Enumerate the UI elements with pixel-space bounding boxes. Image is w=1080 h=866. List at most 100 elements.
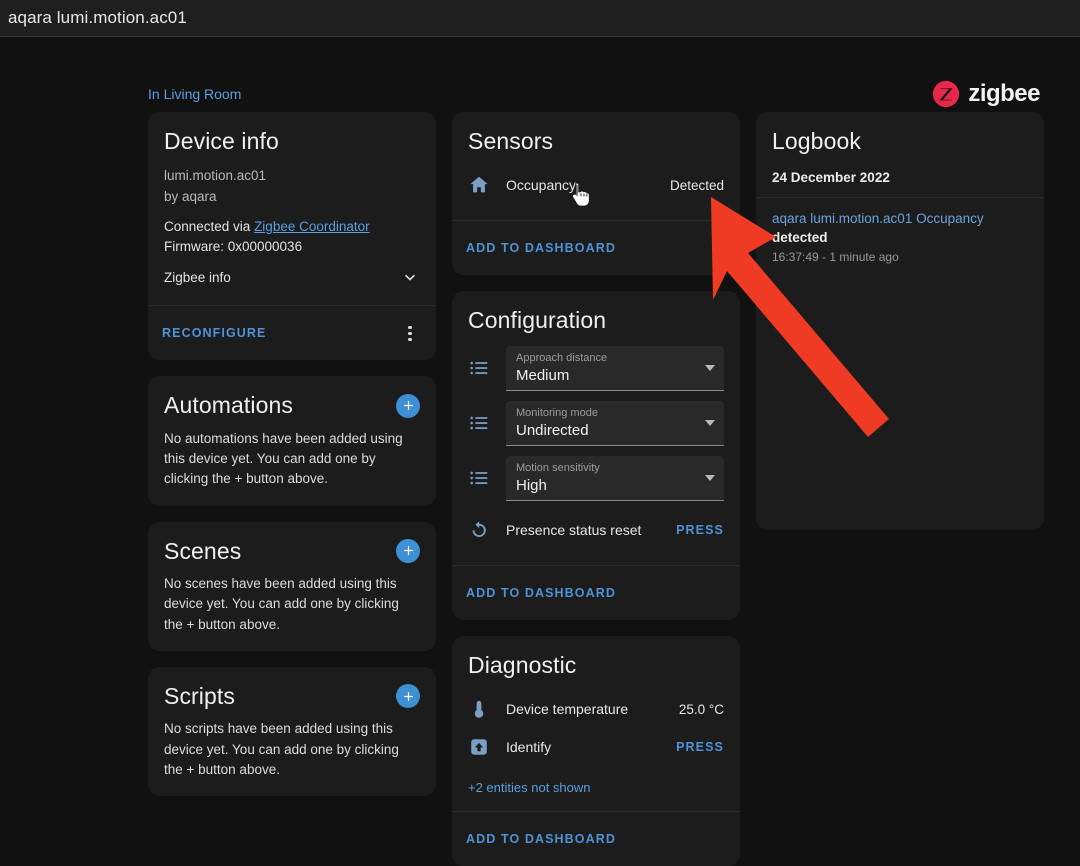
configuration-body: Configuration Approach distance Medium M… xyxy=(452,291,740,564)
motion-sensitivity-value: High xyxy=(516,476,547,494)
logbook-entity-state: detected xyxy=(772,229,828,245)
plus-icon xyxy=(403,546,413,556)
scenes-title: Scenes xyxy=(164,537,242,564)
add-automation-button[interactable] xyxy=(396,393,420,418)
zigbee-brand: zigbee xyxy=(932,80,1040,108)
columns-container: Device info lumi.motion.ac01 by aqara Co… xyxy=(148,112,1044,866)
column-left: Device info lumi.motion.ac01 by aqara Co… xyxy=(148,112,436,866)
scripts-header: Scripts xyxy=(164,683,420,709)
configuration-title: Configuration xyxy=(468,307,607,334)
sensors-add-to-dashboard-button[interactable]: ADD TO DASHBOARD xyxy=(466,241,616,255)
diagnostic-title: Diagnostic xyxy=(468,651,577,678)
config-select-row-monitoring-mode: Monitoring mode Undirected xyxy=(468,400,724,446)
kebab-menu-icon[interactable] xyxy=(398,321,422,345)
automations-header: Automations xyxy=(164,392,420,418)
presence-status-reset-row: Presence status reset PRESS xyxy=(468,511,724,549)
approach-distance-select[interactable]: Approach distance Medium xyxy=(506,345,724,391)
list-bulleted-icon xyxy=(468,412,506,434)
automations-card: Automations No automations have been add… xyxy=(148,376,436,506)
column-right: Logbook 24 December 2022 aqara lumi.moti… xyxy=(756,112,1044,866)
logbook-entity-name[interactable]: aqara lumi.motion.ac01 Occupancy xyxy=(772,211,984,226)
zigbee-coordinator-link[interactable]: Zigbee Coordinator xyxy=(254,219,370,234)
zigbee-wordmark: zigbee xyxy=(968,80,1040,107)
diagnostic-name: Identify xyxy=(506,739,552,756)
more-entities-link[interactable]: +2 entities not shown xyxy=(468,766,724,795)
device-page: In Living Room zigbee Device info lumi.m… xyxy=(0,38,1080,866)
add-scene-button[interactable] xyxy=(396,538,420,563)
monitoring-mode-value: Undirected xyxy=(516,421,589,439)
scenes-body: Scenes No scenes have been added using t… xyxy=(148,522,436,651)
sensors-footer: ADD TO DASHBOARD xyxy=(452,220,740,275)
monitoring-mode-select[interactable]: Monitoring mode Undirected xyxy=(506,400,724,446)
monitoring-mode-label: Monitoring mode xyxy=(516,406,598,419)
device-info-body: Device info lumi.motion.ac01 by aqara Co… xyxy=(148,112,436,305)
area-link[interactable]: In Living Room xyxy=(148,86,241,102)
presence-status-reset-press-button[interactable]: PRESS xyxy=(676,523,724,537)
scenes-card: Scenes No scenes have been added using t… xyxy=(148,521,436,651)
sensor-name: Occupancy xyxy=(506,177,577,194)
motion-sensitivity-label: Motion sensitivity xyxy=(516,461,600,474)
scenes-empty-text: No scenes have been added using this dev… xyxy=(164,576,399,632)
scripts-title: Scripts xyxy=(164,682,235,709)
device-firmware: Firmware: 0x00000036 xyxy=(164,239,303,255)
diagnostic-card: Diagnostic Device temperature 25.0 °C Id… xyxy=(452,635,740,866)
logbook-entry-text: aqara lumi.motion.ac01 Occupancy detecte… xyxy=(772,210,1028,246)
diagnostic-name: Device temperature xyxy=(506,701,629,718)
plus-icon xyxy=(403,691,413,701)
dropdown-arrow-icon xyxy=(705,364,715,371)
zigbee-logo-icon xyxy=(933,80,960,108)
sensors-card: Sensors Occupancy Detected ADD TO DASHBO… xyxy=(452,112,740,276)
window-title-bar: aqara lumi.motion.ac01 xyxy=(0,0,1080,37)
thermometer-icon xyxy=(468,698,506,720)
configuration-add-to-dashboard-button[interactable]: ADD TO DASHBOARD xyxy=(466,586,616,600)
scenes-header: Scenes xyxy=(164,538,420,564)
diagnostic-footer: ADD TO DASHBOARD xyxy=(452,811,740,866)
zigbee-info-expander[interactable]: Zigbee info xyxy=(164,257,420,289)
device-info-footer: RECONFIGURE xyxy=(148,305,436,360)
add-script-button[interactable] xyxy=(396,684,420,709)
approach-distance-label: Approach distance xyxy=(516,351,608,364)
diagnostic-row-device-temperature[interactable]: Device temperature 25.0 °C xyxy=(468,690,724,728)
device-manufacturer: by aqara xyxy=(164,188,217,204)
logbook-title: Logbook xyxy=(772,128,861,154)
reconfigure-button[interactable]: RECONFIGURE xyxy=(162,326,266,340)
presence-status-reset-name: Presence status reset xyxy=(506,521,642,538)
chevron-down-icon xyxy=(405,275,415,282)
diagnostic-row-identify: Identify PRESS xyxy=(468,728,724,766)
app-root: aqara lumi.motion.ac01 In Living Room zi… xyxy=(0,0,1080,866)
identify-icon xyxy=(468,736,506,758)
automations-body: Automations No automations have been add… xyxy=(148,376,436,505)
config-select-row-motion-sensitivity: Motion sensitivity High xyxy=(468,455,724,501)
automations-empty-text: No automations have been added using thi… xyxy=(164,430,403,487)
plus-icon xyxy=(403,401,413,411)
logbook-entry-time: 16:37:49 - 1 minute ago xyxy=(772,249,899,264)
identify-press-button[interactable]: PRESS xyxy=(676,740,724,754)
logbook-entry[interactable]: aqara lumi.motion.ac01 Occupancy detecte… xyxy=(772,198,1028,269)
restore-icon xyxy=(468,519,506,541)
automations-title: Automations xyxy=(164,392,293,419)
home-icon xyxy=(468,174,506,196)
sensor-row-occupancy[interactable]: Occupancy Detected xyxy=(468,166,724,204)
list-bulleted-icon xyxy=(468,357,506,379)
config-select-row-approach-distance: Approach distance Medium xyxy=(468,345,724,391)
diagnostic-add-to-dashboard-button[interactable]: ADD TO DASHBOARD xyxy=(466,832,616,846)
dropdown-arrow-icon xyxy=(705,474,715,481)
motion-sensitivity-select[interactable]: Motion sensitivity High xyxy=(506,455,724,501)
approach-distance-value: Medium xyxy=(516,366,570,384)
logbook-date-header: 24 December 2022 xyxy=(772,170,890,186)
window-title: aqara lumi.motion.ac01 xyxy=(8,8,187,27)
diagnostic-body: Diagnostic Device temperature 25.0 °C Id… xyxy=(452,636,740,811)
configuration-card: Configuration Approach distance Medium M… xyxy=(452,291,740,620)
column-middle: Sensors Occupancy Detected ADD TO DASHBO… xyxy=(452,112,740,866)
zigbee-info-label: Zigbee info xyxy=(164,269,231,285)
sensors-title: Sensors xyxy=(468,128,554,154)
configuration-footer: ADD TO DASHBOARD xyxy=(452,564,740,620)
dropdown-arrow-icon xyxy=(705,419,715,426)
diagnostic-value: 25.0 °C xyxy=(678,701,724,717)
list-bulleted-icon xyxy=(468,467,506,489)
sensors-body: Sensors Occupancy Detected xyxy=(452,112,740,220)
logbook-body: Logbook 24 December 2022 aqara lumi.moti… xyxy=(756,112,1044,286)
scripts-card: Scripts No scripts have been added using… xyxy=(148,666,436,796)
page-header: In Living Room zigbee xyxy=(148,78,1040,110)
device-connected-via: Connected via Zigbee Coordinator xyxy=(164,217,420,237)
